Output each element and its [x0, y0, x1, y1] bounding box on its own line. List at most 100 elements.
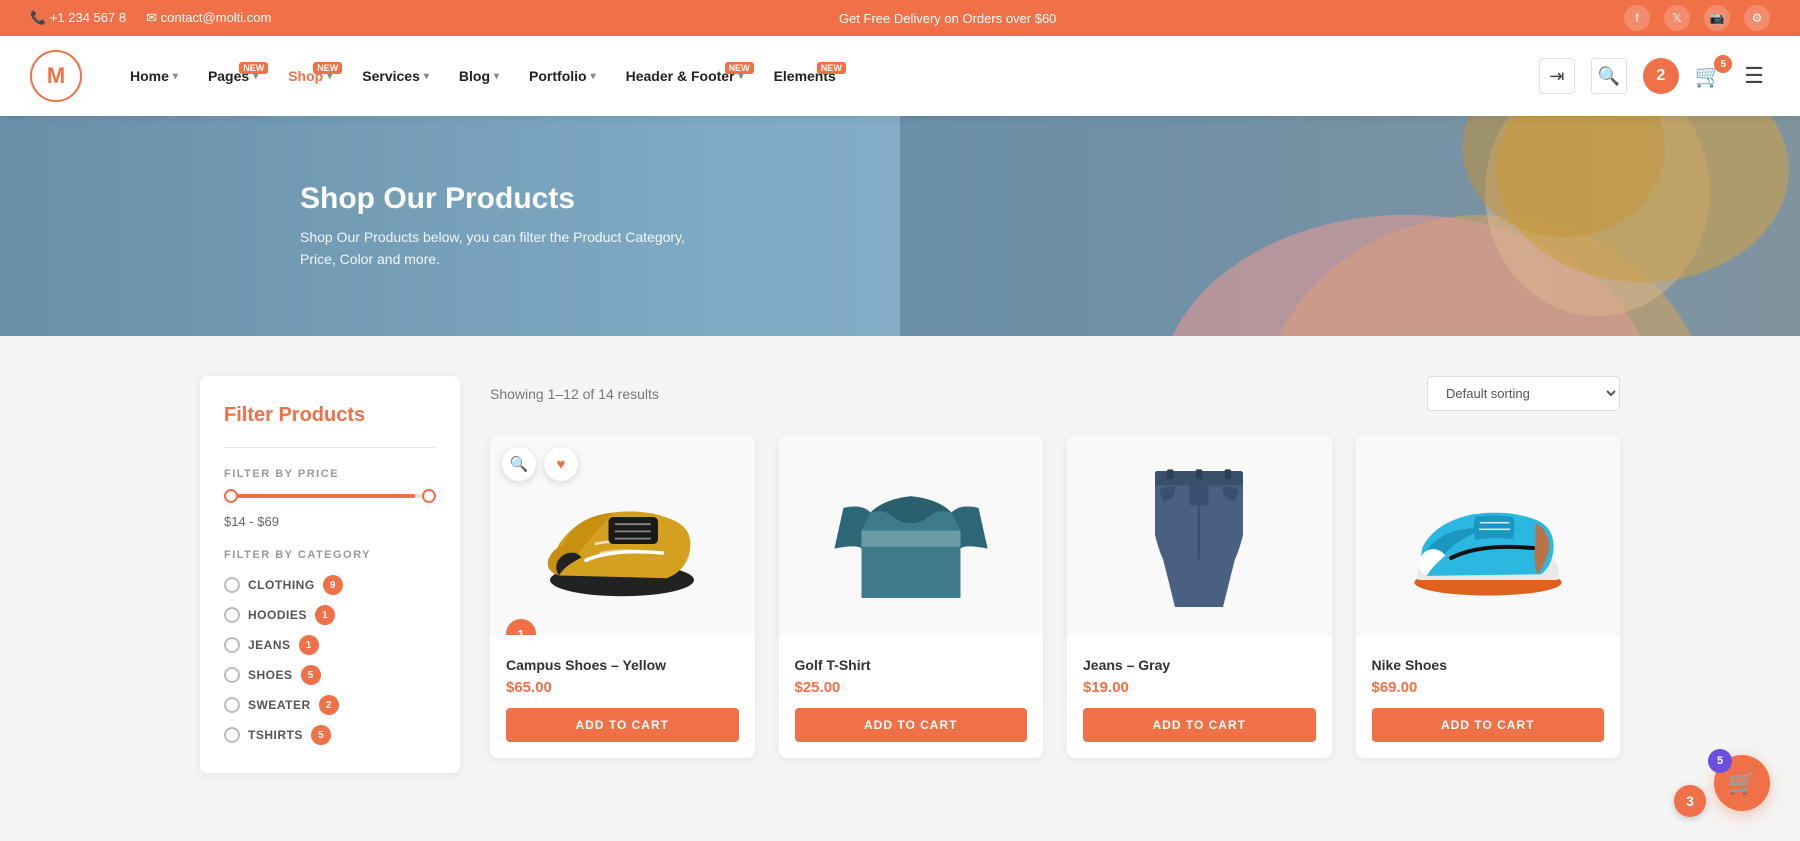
- category-hoodies[interactable]: HOODIES 1: [224, 605, 335, 625]
- shoes-count: 5: [301, 665, 321, 685]
- category-clothing[interactable]: CLOTHING 9: [224, 575, 436, 595]
- wishlist-product-1[interactable]: ♥: [544, 447, 578, 481]
- hero-text: Shop Our Products Shop Our Products belo…: [300, 182, 700, 271]
- filter-title: Filter Products: [224, 404, 436, 427]
- product-img-2: [779, 435, 1044, 635]
- price-filter-label: FILTER BY PRICE: [224, 468, 436, 480]
- jeans-svg: [1109, 455, 1289, 615]
- category-jeans[interactable]: JEANS 1: [224, 635, 319, 655]
- shoes-radio[interactable]: [224, 667, 240, 683]
- add-to-cart-2[interactable]: ADD TO CART: [795, 708, 1028, 742]
- showing-results: Showing 1–12 of 14 results: [490, 386, 659, 402]
- settings-icon[interactable]: ⚙: [1744, 5, 1770, 31]
- product-name-1: Campus Shoes – Yellow: [506, 657, 739, 673]
- tshirts-radio[interactable]: [224, 727, 240, 743]
- floating-cart-button[interactable]: 5 🛒: [1714, 755, 1770, 811]
- product-info-3: Jeans – Gray $19.00 ADD TO CART: [1067, 635, 1332, 758]
- email-info: ✉ contact@molti.com: [146, 10, 271, 26]
- filter-divider: [224, 447, 436, 448]
- product-name-2: Golf T-Shirt: [795, 657, 1028, 673]
- category-tshirts[interactable]: TSHIRTS 5: [224, 725, 436, 745]
- slider-track: [224, 494, 436, 498]
- products-area: Showing 1–12 of 14 results Default sorti…: [460, 376, 1620, 758]
- search-product-1[interactable]: 🔍: [502, 447, 536, 481]
- hero-banner: Shop Our Products Shop Our Products belo…: [0, 116, 1800, 336]
- product-name-3: Jeans – Gray: [1083, 657, 1316, 673]
- nav-header-footer[interactable]: NEW Header & Footer ▾: [614, 60, 756, 92]
- facebook-icon[interactable]: f: [1624, 5, 1650, 31]
- nav-pages[interactable]: NEW Pages ▾: [196, 60, 270, 92]
- slider-thumb-right[interactable]: [422, 489, 436, 503]
- user-badge[interactable]: 2: [1643, 58, 1679, 94]
- price-range-label: $14 - $69: [224, 514, 436, 529]
- phone-info: 📞 +1 234 567 8: [30, 10, 126, 26]
- slider-fill: [224, 494, 415, 498]
- hoodies-count: 1: [315, 605, 335, 625]
- login-button[interactable]: ⇥: [1539, 58, 1575, 94]
- nav-home[interactable]: Home ▾: [118, 60, 190, 92]
- add-to-cart-1[interactable]: ADD TO CART: [506, 708, 739, 742]
- clothing-count: 9: [323, 575, 343, 595]
- hamburger-menu[interactable]: ☰: [1738, 57, 1770, 95]
- category-sweater[interactable]: SWEATER 2: [224, 695, 339, 715]
- product-card-1: 🔍 ♥: [490, 435, 755, 758]
- product-img-4: [1356, 435, 1621, 635]
- jeans-radio[interactable]: [224, 637, 240, 653]
- nav-right: ⇥ 🔍 2 🛒 5 ☰: [1539, 57, 1770, 95]
- nav-blog[interactable]: Blog ▾: [447, 60, 511, 92]
- products-grid: 🔍 ♥: [490, 435, 1620, 758]
- product-card-2: Golf T-Shirt $25.00 ADD TO CART: [779, 435, 1044, 758]
- product-badge-1: 1: [506, 619, 536, 635]
- navbar: M Home ▾ NEW Pages ▾ NEW Shop ▾ Services…: [0, 36, 1800, 116]
- filter-rest: Products: [278, 404, 365, 426]
- nav-services[interactable]: Services ▾: [350, 60, 441, 92]
- category-shoes[interactable]: SHOES 5: [224, 665, 321, 685]
- shop-badge: NEW: [313, 62, 342, 74]
- clothing-radio[interactable]: [224, 577, 240, 593]
- hero-title: Shop Our Products: [300, 182, 700, 216]
- sidebar: Filter Products FILTER BY PRICE $14 - $6…: [200, 376, 460, 773]
- sweater-label: SWEATER: [248, 698, 311, 712]
- category-filter-label: FILTER BY CATEGORY: [224, 549, 436, 561]
- nav-menu: Home ▾ NEW Pages ▾ NEW Shop ▾ Services ▾…: [118, 60, 1539, 92]
- portfolio-arrow: ▾: [591, 71, 596, 82]
- add-to-cart-3[interactable]: ADD TO CART: [1083, 708, 1316, 742]
- sweater-radio[interactable]: [224, 697, 240, 713]
- category-row-1: HOODIES 1 JEANS 1: [224, 605, 436, 655]
- category-row-2: SHOES 5 SWEATER 2: [224, 665, 436, 715]
- product-info-1: Campus Shoes – Yellow $65.00 ADD TO CART: [490, 635, 755, 758]
- nav-portfolio[interactable]: Portfolio ▾: [517, 60, 608, 92]
- search-button[interactable]: 🔍: [1591, 58, 1627, 94]
- hero-description: Shop Our Products below, you can filter …: [300, 226, 700, 271]
- instagram-icon[interactable]: 📷: [1704, 5, 1730, 31]
- logo[interactable]: M: [30, 50, 82, 102]
- cart-button[interactable]: 🛒 5: [1695, 63, 1722, 89]
- nav-shop[interactable]: NEW Shop ▾: [276, 60, 344, 92]
- sort-select[interactable]: Default sorting Sort by popularity Sort …: [1427, 376, 1620, 411]
- product-info-4: Nike Shoes $69.00 ADD TO CART: [1356, 635, 1621, 758]
- floating-number: 3: [1674, 785, 1706, 817]
- product-img-1: 🔍 ♥: [490, 435, 755, 635]
- product-price-1: $65.00: [506, 679, 739, 696]
- category-list: CLOTHING 9 HOODIES 1 JEANS 1: [224, 575, 436, 745]
- nav-elements[interactable]: NEW Elements: [762, 60, 848, 92]
- jeans-label: JEANS: [248, 638, 291, 652]
- tshirts-label: TSHIRTS: [248, 728, 303, 742]
- elements-badge: NEW: [817, 62, 846, 74]
- cart-count: 5: [1714, 55, 1732, 73]
- product-img-3: [1067, 435, 1332, 635]
- hoodies-radio[interactable]: [224, 607, 240, 623]
- slider-thumb-left[interactable]: [224, 489, 238, 503]
- product-actions-1: 🔍 ♥: [502, 447, 578, 481]
- filter-highlight: Filter: [224, 404, 273, 426]
- main-content: Filter Products FILTER BY PRICE $14 - $6…: [0, 336, 1800, 813]
- add-to-cart-4[interactable]: ADD TO CART: [1372, 708, 1605, 742]
- price-slider[interactable]: [224, 494, 436, 498]
- hoodies-label: HOODIES: [248, 608, 307, 622]
- jeans-count: 1: [299, 635, 319, 655]
- product-info-2: Golf T-Shirt $25.00 ADD TO CART: [779, 635, 1044, 758]
- shoes-label: SHOES: [248, 668, 293, 682]
- twitter-icon[interactable]: 𝕏: [1664, 5, 1690, 31]
- social-links[interactable]: f 𝕏 📷 ⚙: [1624, 5, 1770, 31]
- product-price-3: $19.00: [1083, 679, 1316, 696]
